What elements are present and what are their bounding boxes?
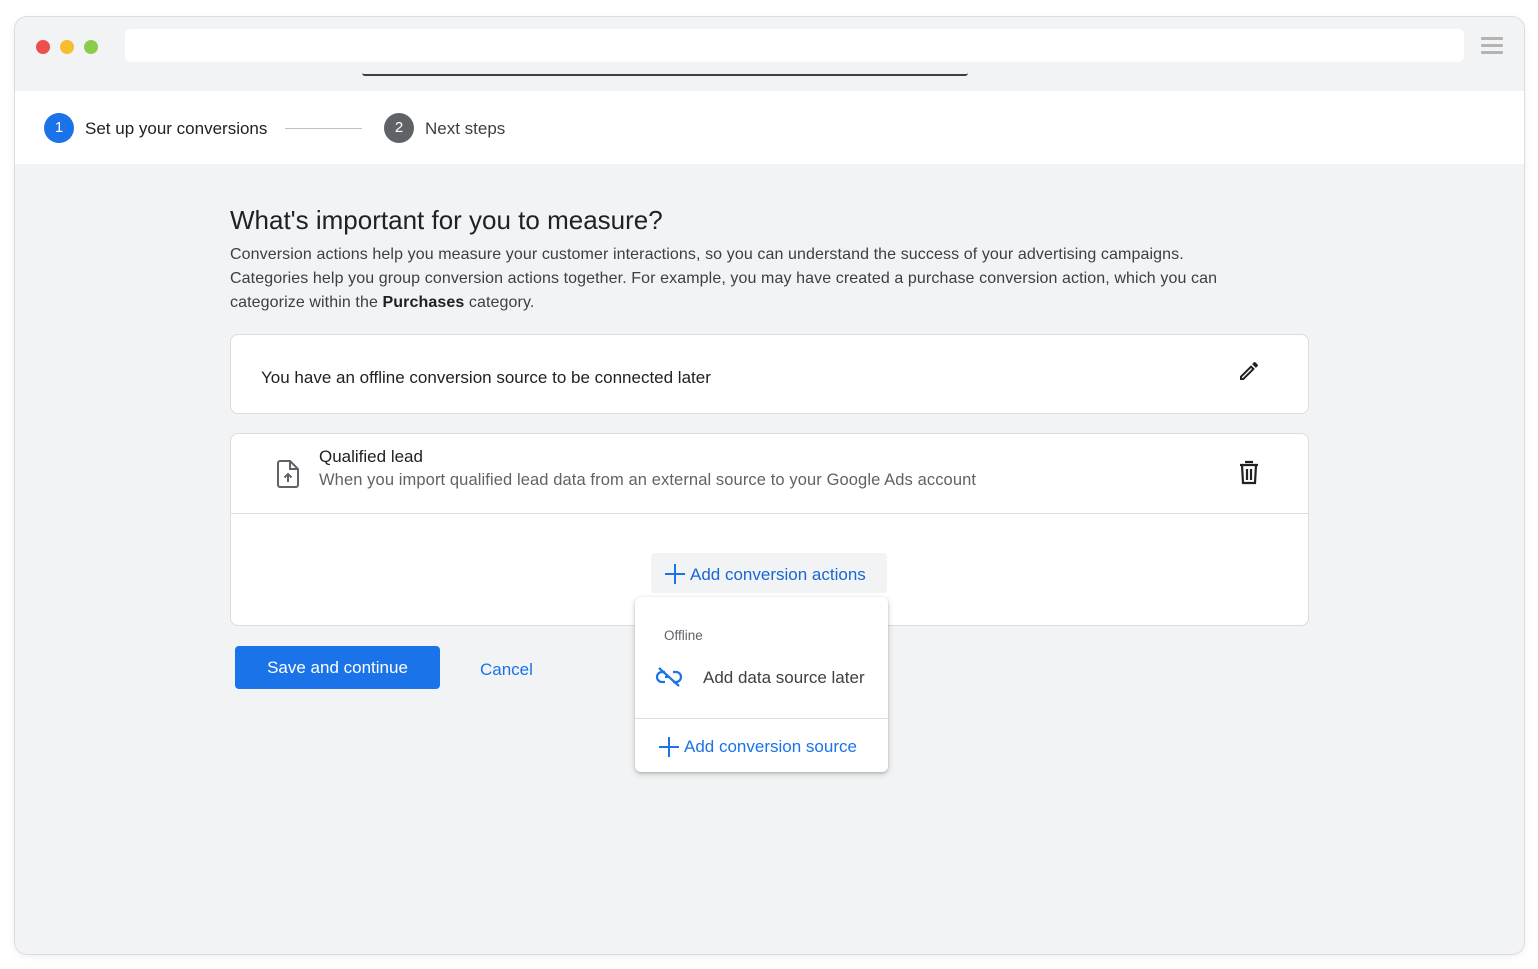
offline-source-text: You have an offline conversion source to… [261,368,711,387]
plus-icon [659,737,679,757]
description-line-3-post: category. [464,294,535,311]
action-subtitle: When you import qualified lead data from… [319,471,977,489]
action-title: Qualified lead [319,447,423,466]
purchases-category-text: Purchases [382,294,465,311]
description-line-1: Conversion actions help you measure your… [230,246,1184,263]
step-2-label: Next steps [425,119,506,138]
intro-section: What's important for you to measure? Con… [230,203,1310,315]
offline-source-card: You have an offline conversion source to… [230,334,1309,414]
title-bar [15,17,1524,91]
menu-icon[interactable] [1481,37,1503,55]
conversion-source-dropdown: Offline Add data source later Add conver… [635,597,888,772]
pencil-icon[interactable] [1237,359,1261,383]
plus-icon [665,564,685,584]
unlink-icon [655,666,683,688]
conversion-action-row: Qualified lead When you import qualified… [231,434,1308,514]
add-conversion-actions-label: Add conversion actions [690,565,866,584]
step-1-number: 1 [44,113,74,143]
cancel-button[interactable]: Cancel [480,660,533,680]
add-conversion-source-button[interactable]: Add conversion source [635,725,888,767]
save-and-continue-button[interactable]: Save and continue [235,646,440,689]
page-title: What's important for you to measure? [230,205,663,235]
add-conversion-actions-button[interactable]: Add conversion actions [651,553,887,593]
minimize-window-button[interactable] [60,40,74,54]
close-window-button[interactable] [36,40,50,54]
add-data-source-later-label: Add data source later [703,668,865,687]
scrolled-content-edge [362,73,968,76]
dropdown-section-title: Offline [664,628,703,643]
address-bar[interactable] [125,29,1464,62]
page-description: Conversion actions help you measure your… [230,243,1310,315]
maximize-window-button[interactable] [84,40,98,54]
file-upload-icon [276,460,300,488]
step-1-label: Set up your conversions [85,119,268,138]
stepper: 1 Set up your conversions 2 Next steps [15,91,1524,164]
trash-icon[interactable] [1237,460,1261,486]
step-connector [285,128,362,129]
browser-window: 1 Set up your conversions 2 Next steps W… [15,17,1524,954]
description-line-2: Categories help you group conversion act… [230,270,1218,287]
add-data-source-later-item[interactable]: Add data source later [635,657,888,697]
dropdown-divider [635,718,888,719]
step-2-number: 2 [384,113,414,143]
description-line-3-pre: categorize within the [230,294,383,311]
add-conversion-source-label: Add conversion source [684,737,857,756]
